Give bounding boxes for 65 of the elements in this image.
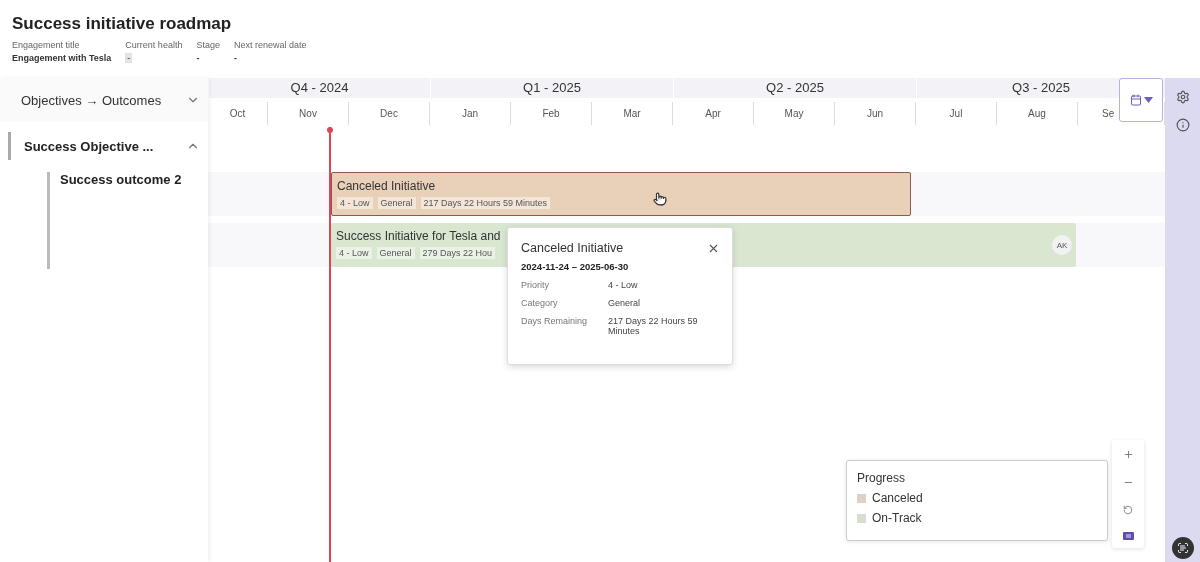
tooltip-label: Priority [521, 280, 550, 290]
month-label: Apr [673, 102, 754, 125]
quarter-label: Q1 - 2025 [430, 78, 673, 98]
health-chip: - [125, 53, 133, 63]
objective-label: Success Objective ... [24, 138, 154, 154]
month-label: Jul [916, 102, 997, 125]
field-value: - [196, 53, 200, 63]
field-value: Engagement with Tesla [12, 53, 112, 63]
tooltip-title: Canceled Initiative [521, 241, 625, 255]
legend-title: Progress [857, 471, 907, 485]
hand-pointer-icon [653, 192, 667, 206]
initiative-bar[interactable]: Canceled Initiative 4 - Low General 217 Days 22 Hours 59 Minutes [331, 172, 911, 216]
field-label: Current health [125, 40, 183, 50]
month-label: Mar [592, 102, 673, 125]
month-label: Aug [997, 102, 1078, 125]
settings-button[interactable] [1175, 90, 1190, 104]
tooltip-value: 4 - Low [608, 280, 639, 290]
reset-button[interactable] [1123, 504, 1133, 515]
legend-label: On-Track [872, 511, 922, 525]
info-icon [1175, 118, 1190, 132]
initiative-title: Canceled Initiative [337, 179, 437, 193]
tooltip-label: Category [521, 298, 559, 308]
zoom-in-button[interactable] [1122, 448, 1134, 460]
objective-item[interactable]: Success Objective ... [8, 132, 208, 160]
initiative-tag: 4 - Low [337, 197, 373, 209]
month-label: Dec [349, 102, 430, 125]
outline-header[interactable]: Objectives → Outcomes [0, 78, 208, 122]
scan-text-icon [1176, 542, 1189, 554]
calendar-icon [1129, 94, 1142, 106]
tooltip-dates: 2024-11-24 – 2025-06-30 [521, 261, 630, 272]
quarter-label: Q2 - 2025 [673, 78, 916, 98]
legend-toggle-button[interactable] [1122, 531, 1134, 540]
plus-icon [1122, 448, 1134, 460]
info-button[interactable] [1175, 118, 1190, 132]
month-label: Jan [430, 102, 511, 125]
month-label: Nov [268, 102, 349, 125]
scan-button[interactable] [1171, 537, 1194, 559]
month-label: Oct [208, 102, 268, 125]
field-label: Engagement title [12, 40, 81, 50]
field-value: - [233, 53, 237, 63]
close-button[interactable] [707, 242, 720, 255]
month-label: Feb [511, 102, 592, 125]
tooltip-value: General [608, 298, 642, 308]
initiative-tag: General [376, 247, 415, 259]
avatar: AK [1052, 235, 1072, 255]
calendar-dropdown-button[interactable] [1119, 78, 1163, 122]
initiative-title: Success Initiative for Tesla and [336, 229, 502, 243]
settings-icon [1175, 90, 1190, 104]
outline-header-label: Objectives → Outcomes [21, 92, 162, 108]
legend-icon [1122, 531, 1134, 540]
initiative-tag: General [377, 197, 416, 209]
quarter-label: Q4 - 2024 [208, 78, 430, 98]
close-icon [707, 242, 720, 255]
reset-icon [1123, 504, 1133, 515]
page-title: Success initiative roadmap [12, 14, 233, 34]
month-label: Jun [835, 102, 916, 125]
initiative-tag: 4 - Low [336, 247, 372, 259]
field-label: Stage [196, 40, 220, 50]
initiative-tag: 217 Days 22 Hours 59 Minutes [420, 197, 551, 209]
tooltip-value: 217 Days 22 Hours 59 Minutes [608, 316, 699, 336]
initiative-tag: 279 Days 22 Hou [419, 247, 496, 259]
legend-label: Canceled [872, 491, 923, 505]
tooltip-label: Days Remaining [521, 316, 589, 328]
field-label: Next renewal date [233, 40, 307, 50]
month-label: May [754, 102, 835, 125]
